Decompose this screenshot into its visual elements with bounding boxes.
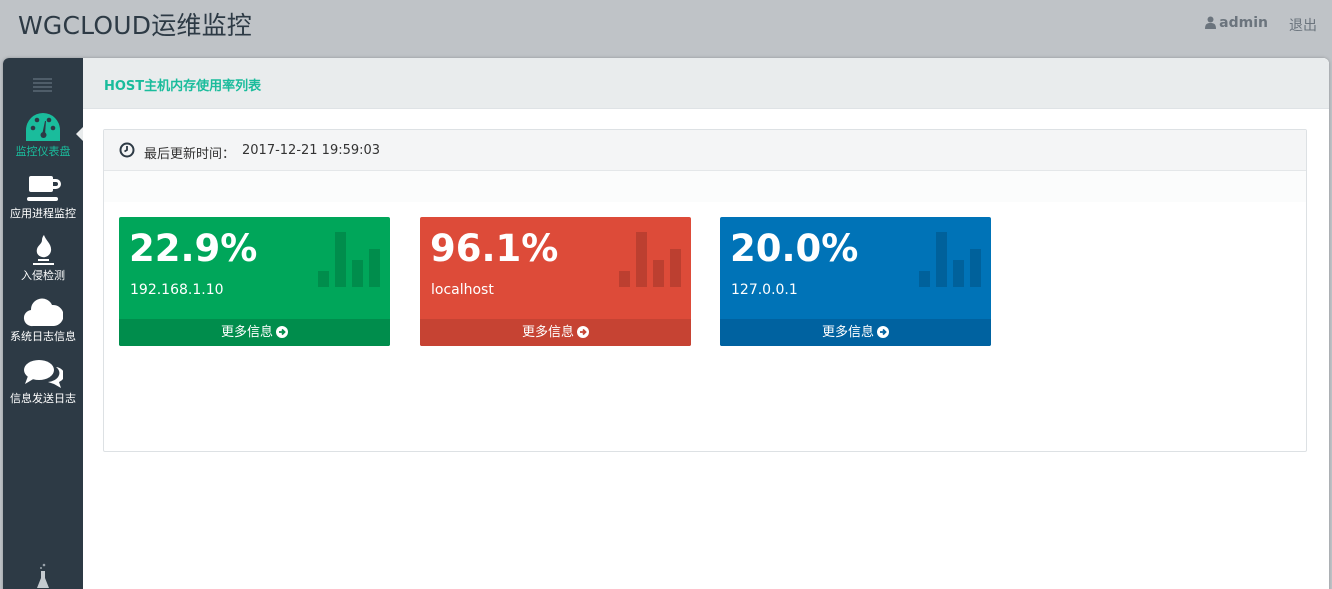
menu-toggle-icon[interactable] bbox=[33, 78, 52, 92]
panel-strip bbox=[104, 171, 1306, 202]
sidebar-item-label: 入侵检测 bbox=[21, 269, 65, 282]
user-icon bbox=[1205, 16, 1217, 29]
sidebar-item-send-log[interactable]: 信息发送日志 bbox=[3, 358, 83, 406]
coffee-cup-icon bbox=[27, 176, 61, 201]
bar-chart-icon bbox=[919, 232, 981, 287]
host-address: localhost bbox=[431, 282, 494, 298]
bar-chart-icon bbox=[619, 232, 681, 287]
more-info-link[interactable]: 更多信息 bbox=[720, 319, 991, 346]
dashboard-icon bbox=[26, 113, 60, 141]
more-info-label: 更多信息 bbox=[521, 325, 574, 340]
memory-usage-panel: 最后更新时间： 2017-12-21 19:59:03 22.9% 192.16… bbox=[103, 129, 1307, 452]
content-area: HOST主机内存使用率列表 最后更新时间： 2017-12-21 19:59:0… bbox=[83, 58, 1329, 589]
memory-percent: 96.1% bbox=[430, 227, 559, 270]
fire-icon bbox=[33, 235, 54, 265]
sidebar-item-dashboard[interactable]: 监控仪表盘 bbox=[3, 112, 83, 159]
page-title: HOST主机内存使用率列表 bbox=[104, 79, 262, 94]
user-name: admin bbox=[1219, 15, 1268, 31]
logout-link[interactable]: 退出 bbox=[1289, 15, 1317, 35]
main-frame: 监控仪表盘 应用进程监控 入侵检测 系统日志信息 信息发送日志 HOST主机内存… bbox=[3, 58, 1329, 589]
update-time-label: 最后更新时间： bbox=[144, 147, 236, 162]
memory-percent: 20.0% bbox=[730, 227, 859, 270]
host-address: 192.168.1.10 bbox=[130, 282, 224, 298]
arrow-circle-right-icon bbox=[577, 326, 589, 338]
content-header: HOST主机内存使用率列表 bbox=[83, 58, 1329, 109]
cloud-icon bbox=[23, 298, 63, 327]
more-info-link[interactable]: 更多信息 bbox=[420, 319, 691, 346]
arrow-circle-right-icon bbox=[276, 326, 288, 338]
host-address: 127.0.0.1 bbox=[731, 282, 798, 298]
active-indicator bbox=[76, 127, 83, 141]
host-card[interactable]: 96.1% localhost 更多信息 bbox=[420, 217, 691, 346]
bar-chart-icon bbox=[318, 232, 380, 287]
top-bar: WGCLOUD运维监控 admin 退出 bbox=[0, 0, 1332, 56]
sidebar-item-label: 信息发送日志 bbox=[10, 392, 76, 405]
update-time-value: 2017-12-21 19:59:03 bbox=[242, 143, 381, 158]
sidebar-item-label: 监控仪表盘 bbox=[15, 145, 71, 158]
more-info-label: 更多信息 bbox=[220, 325, 273, 340]
sidebar: 监控仪表盘 应用进程监控 入侵检测 系统日志信息 信息发送日志 bbox=[3, 58, 83, 589]
more-info-label: 更多信息 bbox=[821, 325, 874, 340]
sidebar-item-syslog[interactable]: 系统日志信息 bbox=[3, 296, 83, 344]
user-menu[interactable]: admin bbox=[1205, 15, 1268, 31]
chat-bubbles-icon bbox=[24, 360, 63, 388]
flask-icon[interactable] bbox=[36, 563, 50, 589]
panel-header: 最后更新时间： 2017-12-21 19:59:03 bbox=[104, 130, 1306, 171]
arrow-circle-right-icon bbox=[877, 326, 889, 338]
app-title: WGCLOUD运维监控 bbox=[18, 11, 253, 40]
sidebar-item-label: 应用进程监控 bbox=[10, 207, 76, 220]
memory-percent: 22.9% bbox=[129, 227, 258, 270]
sidebar-item-label: 系统日志信息 bbox=[10, 330, 76, 343]
sidebar-item-app-process[interactable]: 应用进程监控 bbox=[3, 174, 83, 221]
clock-icon bbox=[119, 142, 135, 158]
host-card[interactable]: 22.9% 192.168.1.10 更多信息 bbox=[119, 217, 390, 346]
sidebar-item-intrusion[interactable]: 入侵检测 bbox=[3, 234, 83, 283]
host-card[interactable]: 20.0% 127.0.0.1 更多信息 bbox=[720, 217, 991, 346]
more-info-link[interactable]: 更多信息 bbox=[119, 319, 390, 346]
